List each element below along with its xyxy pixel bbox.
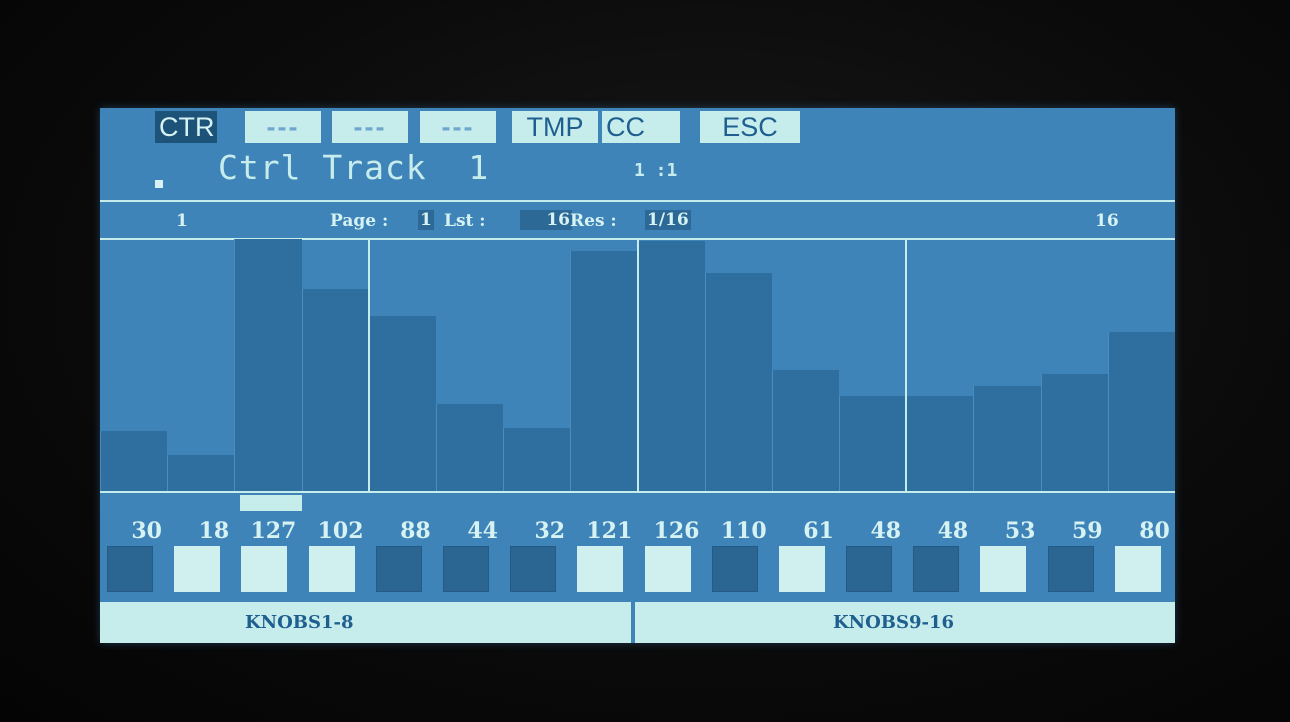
step-knob-9[interactable] [644,546,691,592]
bank-right-label: KNOBS9-16 [833,612,955,633]
selection-marker [155,180,163,188]
step-bar-10[interactable] [704,273,772,491]
current-step-cursor [240,495,303,511]
bank-knobs-1-8[interactable]: KNOBS1-8 [100,602,631,643]
step-knob-4[interactable] [308,546,355,592]
step-knob-1[interactable] [107,546,153,592]
length-label: Lst : [444,211,486,231]
tab-ctr[interactable]: CTR [155,111,217,143]
step-bar-2[interactable] [167,455,235,491]
step-bar-15[interactable] [1040,374,1108,491]
step-value-14: 53 [1004,518,1036,544]
step-value-11: 61 [803,518,834,544]
beat-divider [636,239,639,491]
playback-position: 1 :1 [634,160,678,181]
step-value-8: 121 [586,518,633,544]
step-bar-13[interactable] [906,396,974,491]
step-knob-13[interactable] [913,546,960,592]
step-bar-14[interactable] [973,386,1041,491]
step-knob-6[interactable] [442,546,489,592]
resolution-label: Res : [570,211,617,231]
step-bar-3[interactable] [234,239,302,491]
step-knob-8[interactable] [577,546,624,592]
step-value-10: 110 [720,518,767,544]
bank-left-label: KNOBS1-8 [245,612,354,633]
info-row: 1 Page : 1 Lst : 16 Res : 1/16 16 [100,202,1175,238]
step-bar-12[interactable] [839,396,907,491]
tab-empty-2[interactable]: --- [332,111,408,143]
track-title: Ctrl Track 1 [218,148,490,187]
step-value-9: 126 [653,518,700,544]
step-knob-12[interactable] [846,546,893,592]
tab-tmp[interactable]: TMP [512,111,598,143]
step-knob-11[interactable] [778,546,825,592]
last-step-label: 16 [1095,211,1119,231]
step-knob-10[interactable] [711,546,758,592]
step-knob-7[interactable] [510,546,557,592]
step-value-graph[interactable] [100,239,1175,491]
step-bar-1[interactable] [100,431,168,491]
page-value[interactable]: 1 [418,210,434,230]
track-title-row: Ctrl Track 1 1 :1 [100,146,1175,196]
step-value-6: 44 [467,518,498,544]
lcd-screen: CTR --- --- --- TMP CC ESC Ctrl Track 1 … [100,108,1175,643]
resolution-value[interactable]: 1/16 [645,210,691,230]
beat-divider [905,239,908,491]
step-bar-4[interactable] [301,289,369,491]
step-bar-11[interactable] [771,370,840,491]
step-value-4: 102 [317,518,364,544]
step-value-3: 127 [250,518,297,544]
first-step-label: 1 [176,211,188,231]
step-value-16: 80 [1139,518,1170,544]
tab-esc[interactable]: ESC [700,111,800,143]
beat-divider [367,239,370,491]
tab-empty-1[interactable]: --- [245,111,321,143]
step-knob-14[interactable] [980,546,1027,592]
step-bar-7[interactable] [503,428,571,491]
step-value-12: 48 [870,518,902,544]
step-value-15: 59 [1072,518,1103,544]
step-bar-8[interactable] [570,251,638,491]
step-value-1: 30 [131,518,162,544]
bank-knobs-9-16[interactable]: KNOBS9-16 [635,602,1175,643]
step-knob-2[interactable] [174,546,221,592]
step-value-7: 32 [534,518,566,544]
step-bar-16[interactable] [1107,332,1175,491]
page-label: Page : [330,211,389,231]
step-bar-5[interactable] [368,316,436,491]
step-bar-6[interactable] [435,404,504,491]
step-value-5: 88 [400,518,431,544]
tab-cc[interactable]: CC [602,111,680,143]
step-value-13: 48 [937,518,969,544]
tab-empty-3[interactable]: --- [420,111,496,143]
step-knob-3[interactable] [241,546,288,592]
step-value-2: 18 [198,518,230,544]
step-knob-5[interactable] [375,546,422,592]
divider-graph-bottom [100,491,1175,493]
step-bar-9[interactable] [637,241,705,491]
step-knob-15[interactable] [1047,546,1094,592]
step-knob-16[interactable] [1114,546,1161,592]
length-value[interactable]: 16 [520,210,572,230]
